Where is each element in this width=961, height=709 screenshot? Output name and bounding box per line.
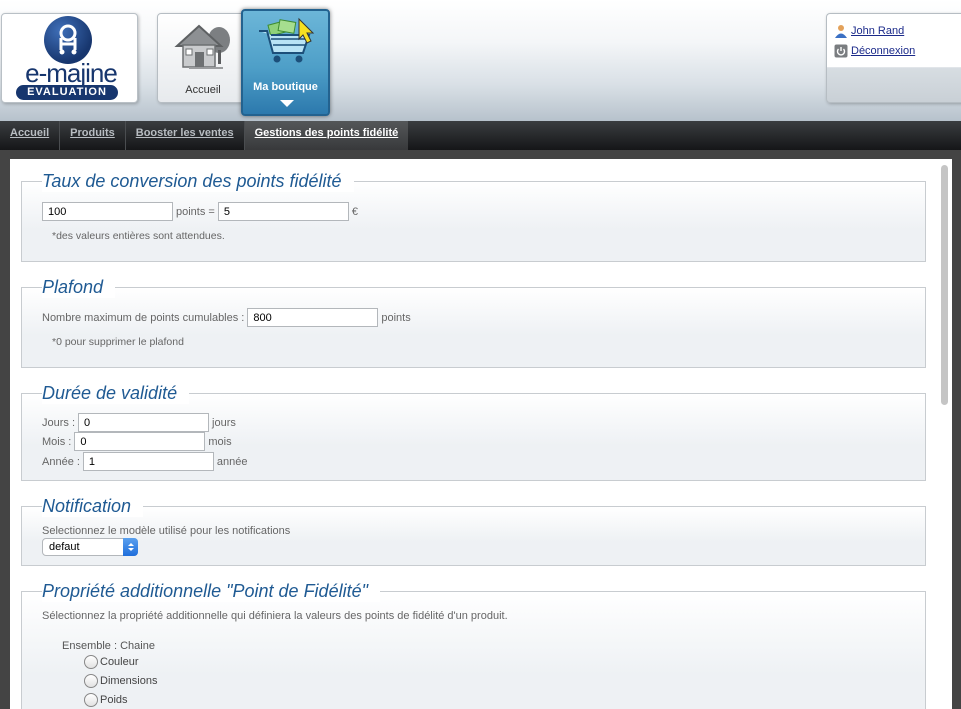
mois-label: Mois : xyxy=(42,435,72,448)
menu-item-booster-ventes[interactable]: Booster les ventes xyxy=(126,121,245,150)
conversion-row: points = € xyxy=(42,202,358,221)
menu-item-produits[interactable]: Produits xyxy=(60,121,126,150)
shopping-cart-icon xyxy=(243,17,328,71)
app-header: e-majine EVALUATION Accueil Ma boutique … xyxy=(0,0,961,121)
propriete-title: Propriété additionnelle "Point de Fidéli… xyxy=(42,580,380,602)
select-arrows-icon xyxy=(123,538,138,556)
validite-section: Durée de validité Jours : jours Mois : m… xyxy=(21,382,926,481)
radio-button[interactable] xyxy=(84,674,98,688)
plafond-section: Plafond Nombre maximum de points cumulab… xyxy=(21,276,926,368)
vertical-scrollbar[interactable] xyxy=(940,163,949,705)
notification-template-select[interactable]: defaut xyxy=(42,538,138,556)
plafond-row: Nombre maximum de points cumulables : po… xyxy=(42,308,411,327)
annee-label: Année : xyxy=(42,455,80,468)
menu-item-accueil[interactable]: Accueil xyxy=(0,121,61,150)
jours-unit: jours xyxy=(212,416,236,429)
radio-label: Poids xyxy=(100,694,128,706)
power-icon xyxy=(834,44,848,58)
nav-shop-button[interactable]: Ma boutique xyxy=(241,9,330,116)
validite-title: Durée de validité xyxy=(42,382,190,404)
annee-unit: année xyxy=(216,455,248,468)
radio-button[interactable] xyxy=(84,655,98,669)
main-menu: Accueil Produits Booster les ventes Gest… xyxy=(0,121,961,150)
notification-title: Notification xyxy=(42,495,144,517)
radio-button[interactable] xyxy=(84,693,98,707)
conversion-section: Taux de conversion des points fidélité p… xyxy=(21,170,926,262)
content-frame: Taux de conversion des points fidélité p… xyxy=(0,150,961,709)
mois-row: Mois : mois xyxy=(42,432,232,451)
user-name-link[interactable]: John Rand xyxy=(851,25,904,37)
annee-row: Année : année xyxy=(42,452,248,471)
logo-badge: EVALUATION xyxy=(16,85,118,100)
jours-label: Jours : xyxy=(42,416,76,429)
radio-label: Dimensions xyxy=(100,675,158,687)
points-unit: points = xyxy=(176,205,215,218)
points-input[interactable] xyxy=(42,202,173,221)
euro-unit: € xyxy=(351,205,358,218)
radio-option-poids[interactable]: Poids xyxy=(84,693,128,707)
mois-unit: mois xyxy=(208,435,232,448)
radio-option-dimensions[interactable]: Dimensions xyxy=(84,674,157,688)
propriete-section: Propriété additionnelle "Point de Fidéli… xyxy=(21,580,926,709)
logo-emblem-icon xyxy=(44,16,92,64)
logout-link[interactable]: Déconnexion xyxy=(851,45,915,57)
nav-shop-label: Ma boutique xyxy=(253,81,318,93)
conversion-title: Taux de conversion des points fidélité xyxy=(42,170,354,192)
conversion-note: *des valeurs entières sont attendues. xyxy=(52,230,225,242)
plafond-title: Plafond xyxy=(42,276,116,298)
user-icon xyxy=(834,24,848,38)
logo-text: e-majine xyxy=(25,58,118,88)
nav-home-label: Accueil xyxy=(185,84,221,96)
brand-logo[interactable]: e-majine EVALUATION xyxy=(1,13,138,103)
propriete-description: Sélectionnez la propriété additionnelle … xyxy=(42,610,508,622)
plafond-note: *0 pour supprimer le plafond xyxy=(52,336,184,348)
jours-row: Jours : jours xyxy=(42,413,236,432)
chevron-down-icon xyxy=(280,100,294,107)
radio-label: Couleur xyxy=(100,656,139,668)
plafond-label: Nombre maximum de points cumulables : xyxy=(42,311,245,324)
mois-input[interactable] xyxy=(74,432,206,451)
house-icon xyxy=(158,20,248,76)
plafond-input[interactable] xyxy=(247,308,379,327)
notification-section: Notification Selectionnez le modèle util… xyxy=(21,495,926,566)
user-panel: John Rand Déconnexion xyxy=(826,13,961,103)
nav-home-button[interactable]: Accueil xyxy=(157,13,249,103)
annee-input[interactable] xyxy=(82,452,214,471)
euro-input[interactable] xyxy=(217,202,349,221)
jours-input[interactable] xyxy=(78,413,210,432)
user-row: John Rand xyxy=(834,24,904,38)
notification-label: Selectionnez le modèle utilisé pour les … xyxy=(42,525,291,537)
propriete-group-label: Ensemble : Chaine xyxy=(62,640,155,652)
logout-row: Déconnexion xyxy=(834,44,915,58)
scrollbar-thumb[interactable] xyxy=(941,165,948,405)
plafond-unit: points xyxy=(381,311,411,324)
menu-item-points-fidelite[interactable]: Gestions des points fidélité xyxy=(244,121,409,150)
notification-selected-value: defaut xyxy=(49,541,80,553)
radio-option-couleur[interactable]: Couleur xyxy=(84,655,139,669)
content-area: Taux de conversion des points fidélité p… xyxy=(10,159,952,709)
